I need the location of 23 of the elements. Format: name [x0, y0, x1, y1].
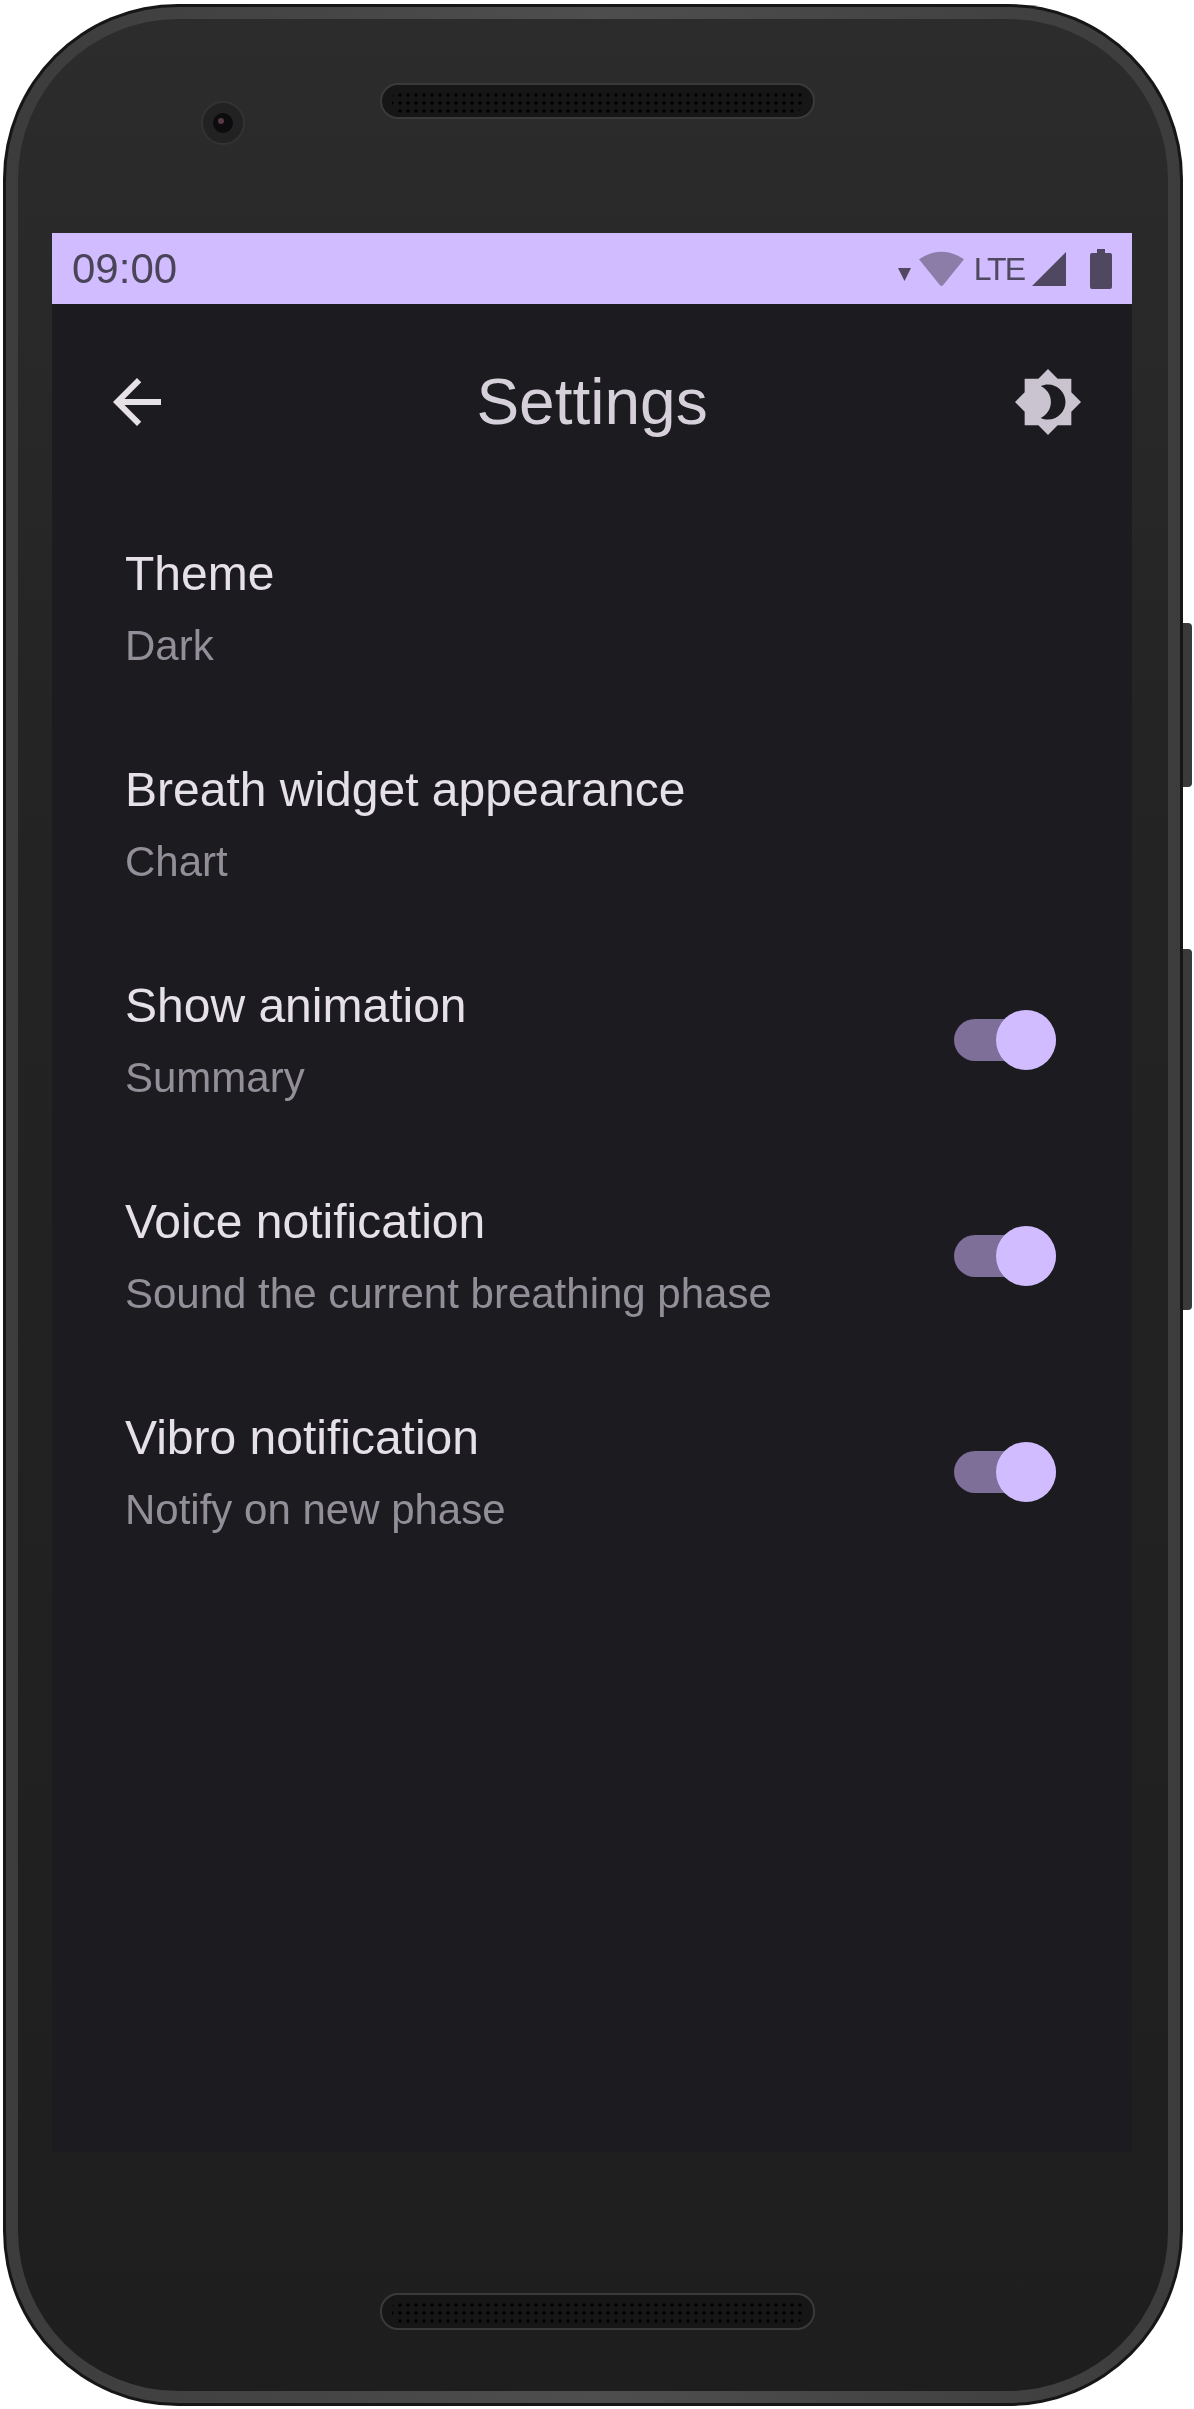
front-camera-icon [201, 101, 245, 145]
signal-icon [1032, 251, 1066, 286]
preference-summary: Chart [125, 836, 228, 887]
battery-icon [1090, 248, 1112, 289]
preference-title: Breath widget appearance [125, 761, 686, 818]
preference-summary: Notify on new phase [125, 1484, 506, 1535]
preference-title: Vibro notification [125, 1409, 479, 1466]
preference-summary: Dark [125, 620, 214, 671]
wifi-icon [918, 250, 964, 287]
preference-summary: Summary [125, 1052, 305, 1103]
preference-summary: Sound the current breathing phase [125, 1268, 772, 1319]
toggle-switch[interactable] [954, 1226, 1056, 1286]
toggle-switch[interactable] [954, 1010, 1056, 1070]
back-arrow-icon[interactable] [113, 378, 161, 426]
preference-title: Voice notification [125, 1193, 486, 1250]
preference-title: Theme [125, 545, 275, 602]
screen-title: Settings [476, 365, 708, 440]
down-triangle-icon [897, 268, 911, 281]
network-type-label: LTE [973, 250, 1024, 287]
status-time: 09:00 [72, 243, 178, 294]
toggle-switch[interactable] [954, 1442, 1056, 1502]
brightness-icon[interactable] [1015, 369, 1081, 435]
preference-title: Show animation [125, 977, 467, 1034]
